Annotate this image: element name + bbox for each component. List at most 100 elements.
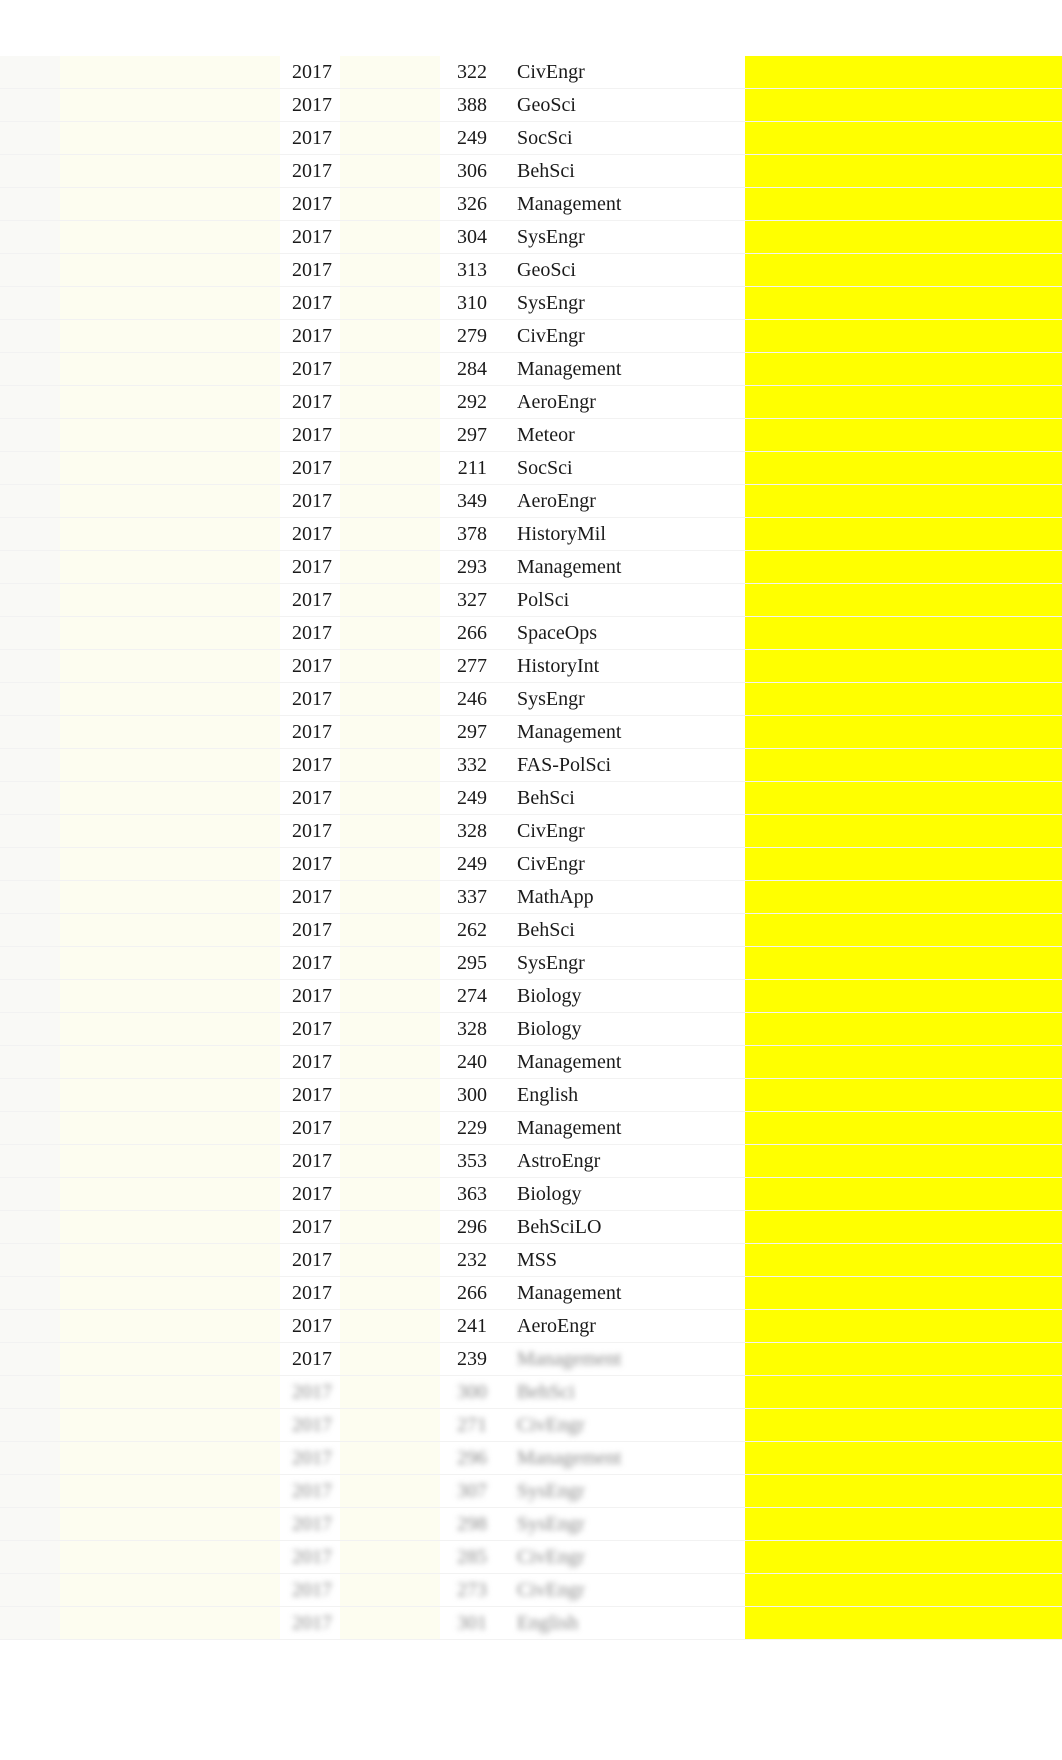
blank-cell bbox=[60, 1277, 280, 1310]
table-row: 2017246SysEngr bbox=[0, 683, 1062, 716]
left-gutter bbox=[0, 386, 60, 419]
value-cell: 277 bbox=[440, 650, 495, 683]
discipline-cell: Biology bbox=[515, 1013, 685, 1046]
table-row: 2017249CivEngr bbox=[0, 848, 1062, 881]
left-gutter bbox=[0, 1046, 60, 1079]
blank-cell bbox=[60, 1541, 280, 1574]
left-gutter bbox=[0, 122, 60, 155]
year-cell: 2017 bbox=[280, 881, 340, 914]
gap-cell bbox=[495, 155, 515, 188]
blank-cell bbox=[60, 1475, 280, 1508]
spacer-cell bbox=[340, 221, 440, 254]
table-row: 2017388GeoSci bbox=[0, 89, 1062, 122]
gap-cell bbox=[495, 320, 515, 353]
left-gutter bbox=[0, 683, 60, 716]
year-cell: 2017 bbox=[280, 1508, 340, 1541]
table-row: 2017262BehSci bbox=[0, 914, 1062, 947]
value-cell: 249 bbox=[440, 782, 495, 815]
highlight-cell bbox=[745, 1046, 1062, 1079]
gap-cell bbox=[495, 782, 515, 815]
left-gutter bbox=[0, 980, 60, 1013]
discipline-cell: SysEngr bbox=[515, 1475, 685, 1508]
highlight-cell bbox=[745, 386, 1062, 419]
highlight-cell bbox=[745, 551, 1062, 584]
year-cell: 2017 bbox=[280, 1409, 340, 1442]
left-gutter bbox=[0, 1574, 60, 1607]
right-margin bbox=[685, 848, 745, 881]
right-margin bbox=[685, 1310, 745, 1343]
table-row: 2017266Management bbox=[0, 1277, 1062, 1310]
table-row: 2017285CivEngr bbox=[0, 1541, 1062, 1574]
blank-cell bbox=[60, 1508, 280, 1541]
left-gutter bbox=[0, 1409, 60, 1442]
value-cell: 249 bbox=[440, 122, 495, 155]
discipline-cell: HistoryMil bbox=[515, 518, 685, 551]
highlight-cell bbox=[745, 650, 1062, 683]
left-gutter bbox=[0, 1508, 60, 1541]
discipline-cell: Management bbox=[515, 716, 685, 749]
left-gutter bbox=[0, 155, 60, 188]
highlight-cell bbox=[745, 1145, 1062, 1178]
value-cell: 300 bbox=[440, 1376, 495, 1409]
gap-cell bbox=[495, 254, 515, 287]
value-cell: 313 bbox=[440, 254, 495, 287]
gap-cell bbox=[495, 56, 515, 89]
blank-cell bbox=[60, 848, 280, 881]
year-cell: 2017 bbox=[280, 749, 340, 782]
gap-cell bbox=[495, 1277, 515, 1310]
right-margin bbox=[685, 122, 745, 155]
highlight-cell bbox=[745, 287, 1062, 320]
left-gutter bbox=[0, 1013, 60, 1046]
left-gutter bbox=[0, 320, 60, 353]
left-gutter bbox=[0, 848, 60, 881]
blank-cell bbox=[60, 89, 280, 122]
discipline-cell: MathApp bbox=[515, 881, 685, 914]
right-margin bbox=[685, 287, 745, 320]
spacer-cell bbox=[340, 914, 440, 947]
discipline-cell: SysEngr bbox=[515, 947, 685, 980]
discipline-cell: FAS-PolSci bbox=[515, 749, 685, 782]
table-row: 2017328CivEngr bbox=[0, 815, 1062, 848]
table-row: 2017326Management bbox=[0, 188, 1062, 221]
blank-cell bbox=[60, 683, 280, 716]
discipline-cell: SocSci bbox=[515, 452, 685, 485]
left-gutter bbox=[0, 914, 60, 947]
value-cell: 274 bbox=[440, 980, 495, 1013]
right-margin bbox=[685, 749, 745, 782]
value-cell: 307 bbox=[440, 1475, 495, 1508]
table-row: 2017298SysEngr bbox=[0, 1508, 1062, 1541]
highlight-cell bbox=[745, 89, 1062, 122]
year-cell: 2017 bbox=[280, 617, 340, 650]
left-gutter bbox=[0, 947, 60, 980]
blank-cell bbox=[60, 353, 280, 386]
gap-cell bbox=[495, 584, 515, 617]
blank-cell bbox=[60, 881, 280, 914]
right-margin bbox=[685, 1046, 745, 1079]
table-row: 2017277HistoryInt bbox=[0, 650, 1062, 683]
spacer-cell bbox=[340, 1079, 440, 1112]
year-cell: 2017 bbox=[280, 1211, 340, 1244]
gap-cell bbox=[495, 617, 515, 650]
highlight-cell bbox=[745, 353, 1062, 386]
discipline-cell: HistoryInt bbox=[515, 650, 685, 683]
spacer-cell bbox=[340, 716, 440, 749]
left-gutter bbox=[0, 584, 60, 617]
right-margin bbox=[685, 221, 745, 254]
spacer-cell bbox=[340, 782, 440, 815]
value-cell: 326 bbox=[440, 188, 495, 221]
discipline-cell: MSS bbox=[515, 1244, 685, 1277]
year-cell: 2017 bbox=[280, 716, 340, 749]
blank-cell bbox=[60, 1145, 280, 1178]
highlight-cell bbox=[745, 122, 1062, 155]
right-margin bbox=[685, 1475, 745, 1508]
highlight-cell bbox=[745, 1607, 1062, 1640]
highlight-cell bbox=[745, 188, 1062, 221]
value-cell: 300 bbox=[440, 1079, 495, 1112]
table-row: 2017296Management bbox=[0, 1442, 1062, 1475]
spacer-cell bbox=[340, 254, 440, 287]
gap-cell bbox=[495, 1112, 515, 1145]
value-cell: 249 bbox=[440, 848, 495, 881]
table-row: 2017313GeoSci bbox=[0, 254, 1062, 287]
highlight-cell bbox=[745, 1508, 1062, 1541]
right-margin bbox=[685, 155, 745, 188]
